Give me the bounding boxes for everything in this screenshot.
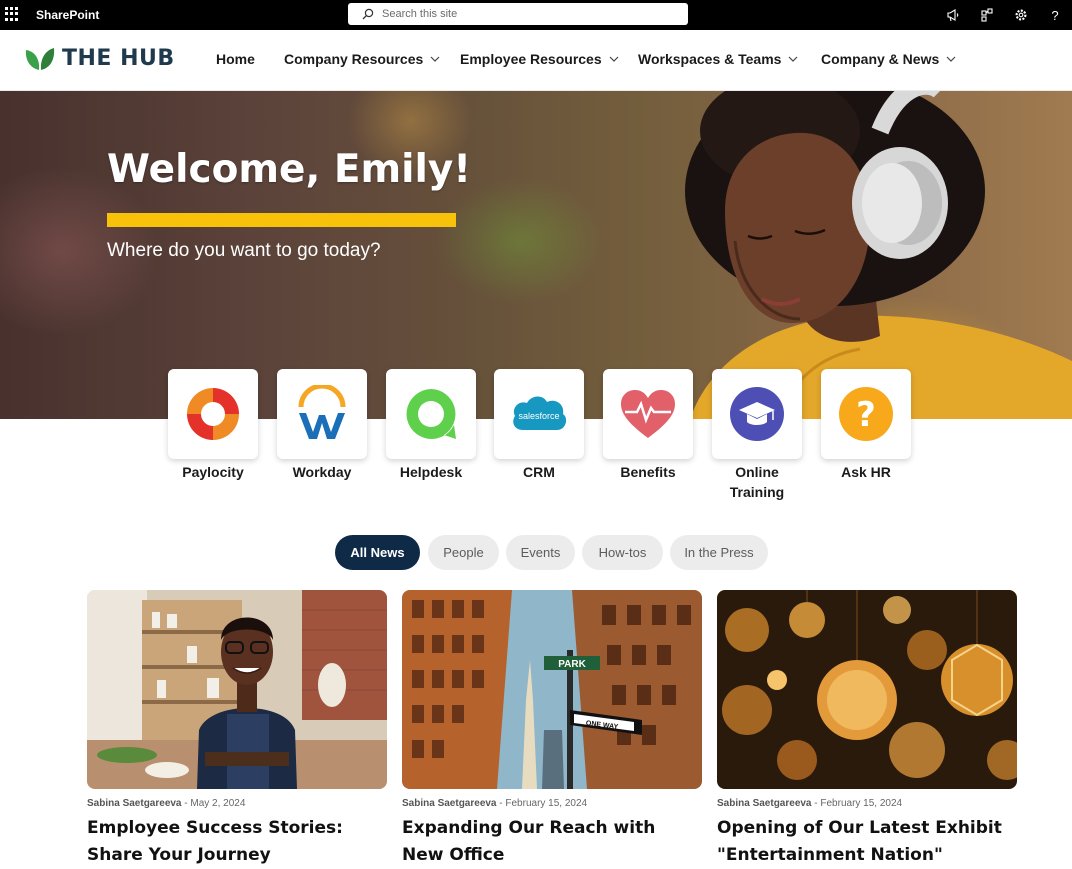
- chevron-down-icon: [609, 56, 619, 62]
- chevron-down-icon: [789, 56, 798, 62]
- leaf-logo-icon: [25, 48, 55, 70]
- nav-company-news[interactable]: Company & News: [821, 51, 956, 67]
- nav-label: Company & News: [821, 51, 940, 67]
- news-card[interactable]: Sabina Saetgareeva - May 2, 2024 Employe…: [87, 590, 387, 869]
- news-date: May 2, 2024: [190, 798, 246, 809]
- filter-events[interactable]: Events: [506, 535, 575, 570]
- news-meta: Sabina Saetgareeva - May 2, 2024: [87, 798, 246, 809]
- quick-link-label: Ask HR: [841, 464, 891, 480]
- paylocity-icon: [187, 388, 239, 440]
- welcome-heading: Welcome, Emily!: [107, 147, 472, 192]
- graduation-cap-icon: [730, 387, 784, 441]
- site-logo[interactable]: THE HUB: [24, 44, 175, 72]
- news-author[interactable]: Sabina Saetgareeva: [87, 798, 182, 809]
- search-input[interactable]: [382, 8, 662, 20]
- quick-link-label: Paylocity: [182, 464, 244, 480]
- quick-link-helpdesk[interactable]: Helpdesk: [386, 369, 476, 482]
- nav-label: Employee Resources: [460, 51, 602, 67]
- search-icon: [362, 8, 374, 20]
- megaphone-icon[interactable]: [945, 7, 961, 23]
- gear-icon[interactable]: [1013, 7, 1029, 23]
- news-date: February 15, 2024: [505, 798, 588, 809]
- share-icon[interactable]: [979, 7, 995, 23]
- park-street-sign-label: PARK: [558, 659, 586, 670]
- quick-link-tile: [168, 369, 258, 459]
- quick-link-label: Benefits: [620, 464, 676, 480]
- question-icon: ?: [839, 387, 893, 441]
- chevron-down-icon: [430, 56, 440, 62]
- filter-all-news[interactable]: All News: [335, 535, 420, 570]
- nav-employee-resources[interactable]: Employee Resources: [460, 51, 619, 67]
- quick-link-tile: salesforce: [494, 369, 584, 459]
- helpdesk-icon: [406, 389, 456, 439]
- nav-label: Home: [216, 51, 255, 67]
- quick-link-label: Online Training: [729, 464, 785, 500]
- search-box[interactable]: [348, 3, 688, 25]
- news-title[interactable]: Opening of Our Latest Exhibit "Entertain…: [717, 815, 1017, 869]
- nav-workspaces-teams[interactable]: Workspaces & Teams: [638, 51, 798, 67]
- quick-link-tile: [386, 369, 476, 459]
- nav-label: Company Resources: [284, 51, 424, 67]
- heart-pulse-icon: [621, 390, 675, 438]
- hero-subtitle: Where do you want to go today?: [107, 240, 381, 261]
- filter-in-the-press[interactable]: In the Press: [670, 535, 768, 570]
- workday-icon: [298, 385, 346, 439]
- filter-people[interactable]: People: [428, 535, 499, 570]
- nav-company-resources[interactable]: Company Resources: [284, 51, 440, 67]
- news-image-barista: [87, 590, 387, 789]
- quick-link-paylocity[interactable]: Paylocity: [168, 369, 258, 482]
- quick-link-online-training[interactable]: Online Training: [712, 369, 802, 502]
- logo-text: THE HUB: [62, 45, 175, 71]
- quick-link-tile: ?: [821, 369, 911, 459]
- hero-accent-bar: [107, 213, 456, 227]
- news-card[interactable]: Sabina Saetgareeva - February 15, 2024 O…: [717, 590, 1017, 869]
- suite-bar: SharePoint ?: [0, 0, 1072, 30]
- svg-text:?: ?: [856, 395, 876, 435]
- news-meta: Sabina Saetgareeva - February 15, 2024: [402, 798, 588, 809]
- news-author[interactable]: Sabina Saetgareeva: [717, 798, 812, 809]
- site-header: THE HUB Home Company Resources Employee …: [0, 30, 1072, 91]
- nav-home[interactable]: Home: [216, 51, 255, 67]
- news-image-city-street: PARK ONE WAY: [402, 590, 702, 789]
- quick-link-label: CRM: [523, 464, 555, 480]
- quick-link-tile: [277, 369, 367, 459]
- nav-label: Workspaces & Teams: [638, 51, 782, 67]
- salesforce-logo-text: salesforce: [518, 411, 559, 421]
- quick-link-tile: [603, 369, 693, 459]
- quick-link-label: Workday: [292, 464, 352, 480]
- news-meta: Sabina Saetgareeva - February 15, 2024: [717, 798, 903, 809]
- help-icon[interactable]: ?: [1047, 7, 1063, 23]
- quick-link-workday[interactable]: Workday: [277, 369, 367, 482]
- app-name[interactable]: SharePoint: [36, 8, 99, 22]
- chevron-down-icon: [946, 56, 956, 62]
- news-card[interactable]: PARK ONE WAY Sabina Saetgareeva - Februa…: [402, 590, 702, 869]
- quick-link-benefits[interactable]: Benefits: [603, 369, 693, 482]
- app-launcher-waffle-icon[interactable]: [5, 7, 19, 21]
- quick-link-tile: [712, 369, 802, 459]
- news-author[interactable]: Sabina Saetgareeva: [402, 798, 497, 809]
- news-title[interactable]: Employee Success Stories: Share Your Jou…: [87, 815, 387, 869]
- news-title[interactable]: Expanding Our Reach with New Office: [402, 815, 702, 869]
- quick-link-ask-hr[interactable]: ? Ask HR: [821, 369, 911, 482]
- filter-how-tos[interactable]: How-tos: [582, 535, 663, 570]
- news-date: February 15, 2024: [820, 798, 903, 809]
- quick-link-label: Helpdesk: [399, 464, 463, 480]
- news-image-lanterns: [717, 590, 1017, 789]
- quick-link-crm[interactable]: salesforce CRM: [494, 369, 584, 482]
- salesforce-icon: salesforce: [513, 396, 567, 430]
